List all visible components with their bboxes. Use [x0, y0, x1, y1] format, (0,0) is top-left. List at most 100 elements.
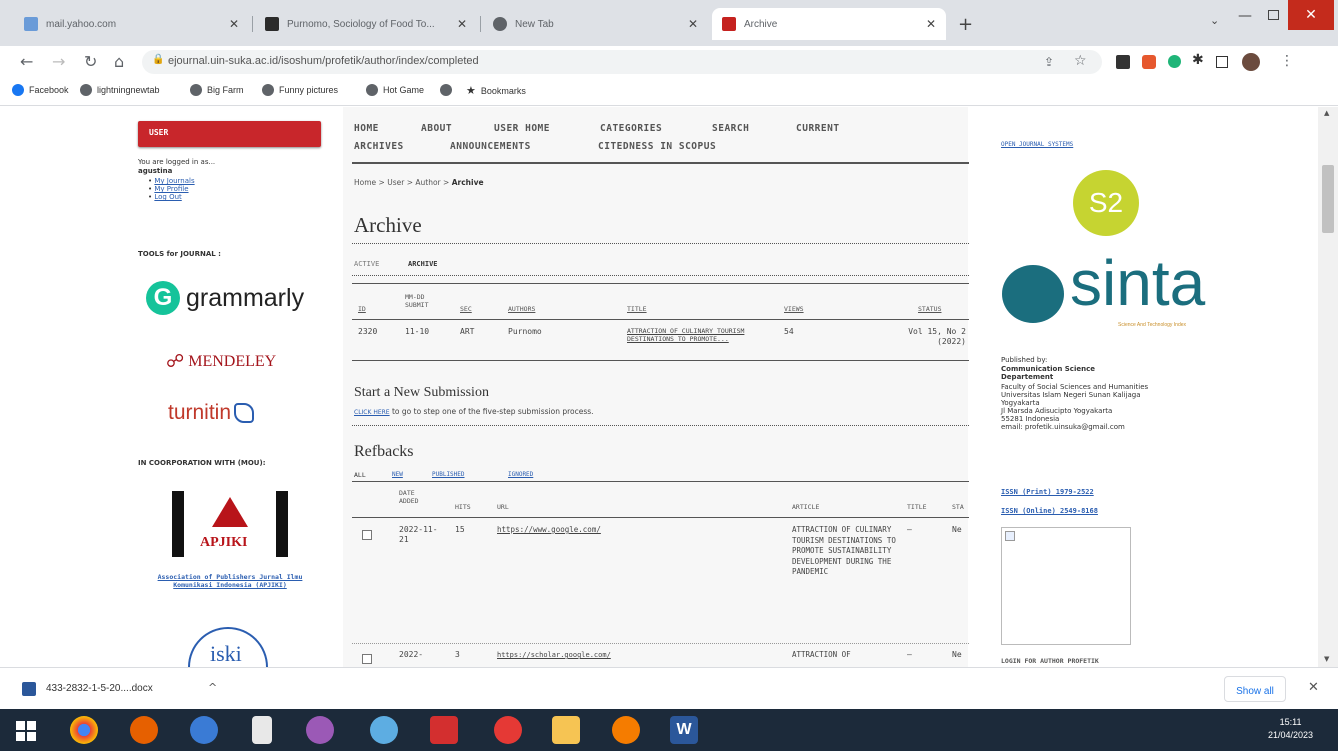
clock[interactable]: 15:11 21/04/2023: [1268, 716, 1313, 742]
extension-icon[interactable]: [1142, 55, 1156, 69]
breadcrumb-author[interactable]: Author: [415, 178, 440, 187]
show-all-button[interactable]: Show all: [1224, 676, 1286, 702]
grammarly-logo[interactable]: G grammarly: [146, 281, 304, 315]
bookmark-big-farm[interactable]: Big Farm: [190, 84, 244, 96]
back-icon[interactable]: ←: [20, 52, 33, 71]
log-out-link[interactable]: Log Out: [154, 193, 181, 201]
download-filename[interactable]: 433-2832-1-5-20....docx: [46, 683, 153, 694]
app-icon[interactable]: [190, 716, 218, 744]
refback-url-link[interactable]: https://www.google.com/: [497, 525, 601, 535]
apjiki-caption[interactable]: Association of Publishers Jurnal Ilmu Ko…: [138, 573, 322, 589]
refback-checkbox[interactable]: [362, 530, 372, 540]
tab-yahoo-mail[interactable]: mail.yahoo.com ✕: [14, 8, 249, 40]
col-sec[interactable]: SEC: [460, 305, 472, 313]
mendeley-logo[interactable]: ☍ MENDELEY: [166, 351, 276, 372]
my-journals-link[interactable]: My Journals: [154, 177, 194, 185]
click-here-link[interactable]: CLICK HERE: [354, 409, 390, 416]
nav-citedness[interactable]: CITEDNESS IN SCOPUS: [598, 141, 716, 152]
col-id[interactable]: ID: [358, 305, 366, 313]
tab-search-icon[interactable]: ⌄: [1210, 14, 1219, 27]
opera-icon[interactable]: [494, 716, 522, 744]
profile-avatar[interactable]: [1242, 53, 1260, 71]
col-title[interactable]: TITLE: [627, 305, 647, 313]
nav-about[interactable]: ABOUT: [421, 123, 452, 134]
maximize-button[interactable]: [1268, 10, 1279, 20]
filter-new[interactable]: NEW: [392, 471, 403, 478]
file-explorer-icon[interactable]: [552, 716, 580, 744]
close-window-button[interactable]: ✕: [1288, 0, 1334, 30]
chrome-icon[interactable]: [70, 716, 98, 744]
close-tab-icon[interactable]: ✕: [457, 17, 467, 31]
word-icon[interactable]: W: [670, 716, 698, 744]
filter-published[interactable]: PUBLISHED: [432, 471, 465, 478]
tab-archive[interactable]: ARCHIVE: [408, 260, 438, 268]
apjiki-logo[interactable]: APJIKI: [172, 491, 288, 557]
bookmark-hot-game[interactable]: Hot Game: [366, 84, 424, 96]
scrollbar-thumb[interactable]: [1322, 165, 1334, 233]
bookmark-unnamed[interactable]: [440, 84, 457, 96]
col-status[interactable]: STATUS: [918, 305, 941, 313]
home-icon[interactable]: ⌂: [114, 52, 124, 71]
filter-all[interactable]: ALL: [354, 471, 366, 479]
file-icon[interactable]: [252, 716, 272, 744]
scroll-down-icon[interactable]: ▼: [1324, 655, 1329, 663]
url-text[interactable]: ejournal.uin-suka.ac.id/isoshum/profetik…: [168, 55, 479, 67]
tab-purnomo[interactable]: Purnomo, Sociology of Food To... ✕: [255, 8, 477, 40]
refback-checkbox[interactable]: [362, 654, 372, 664]
media-player-icon[interactable]: [612, 716, 640, 744]
firefox-icon[interactable]: [130, 716, 158, 744]
chevron-up-icon[interactable]: ^: [208, 681, 217, 694]
nav-home[interactable]: HOME: [354, 123, 379, 134]
close-tab-icon[interactable]: ✕: [926, 17, 936, 31]
windows-start-icon[interactable]: [16, 721, 36, 741]
forward-icon[interactable]: →: [52, 52, 65, 71]
close-tab-icon[interactable]: ✕: [229, 17, 239, 31]
tab-archive[interactable]: Archive ✕: [712, 8, 946, 40]
close-tab-icon[interactable]: ✕: [688, 17, 698, 31]
app-icon[interactable]: [370, 716, 398, 744]
breadcrumb-home[interactable]: Home: [354, 178, 376, 187]
nav-current[interactable]: CURRENT: [796, 123, 840, 134]
reload-icon[interactable]: ↻: [84, 52, 97, 71]
issn-print-link[interactable]: ISSN (Print) 1979-2522: [1001, 488, 1094, 496]
bookmark-facebook[interactable]: Facebook: [12, 84, 69, 96]
side-panel-icon[interactable]: [1216, 56, 1228, 68]
my-profile-link[interactable]: My Profile: [154, 185, 188, 193]
bookmark-bookmarks[interactable]: ★ Bookmarks: [466, 84, 526, 97]
breadcrumb-user[interactable]: User: [387, 178, 404, 187]
col-authors[interactable]: AUTHORS: [508, 305, 535, 313]
menu-icon[interactable]: ⋮: [1280, 53, 1294, 69]
extension-icon[interactable]: [1168, 55, 1181, 68]
nav-announcements[interactable]: ANNOUNCEMENTS: [450, 141, 531, 152]
bookmark-funny-pictures[interactable]: Funny pictures: [262, 84, 338, 96]
tab-new-tab[interactable]: New Tab ✕: [483, 8, 708, 40]
nav-user-home[interactable]: USER HOME: [494, 123, 550, 134]
nav-archives[interactable]: ARCHIVES: [354, 141, 404, 152]
extensions-puzzle-icon[interactable]: ✱: [1192, 52, 1204, 68]
issn-online-link[interactable]: ISSN (Online) 2549-8168: [1001, 507, 1098, 515]
iski-logo[interactable]: iski: [188, 627, 268, 667]
sinta-logo[interactable]: sinta Science And Technology Index: [1000, 243, 1230, 343]
new-tab-button[interactable]: +: [958, 14, 973, 35]
nav-search[interactable]: SEARCH: [712, 123, 749, 134]
system-tray-icons[interactable]: [1210, 725, 1260, 737]
scroll-up-icon[interactable]: ▲: [1324, 109, 1329, 117]
pdf-reader-icon[interactable]: [430, 716, 458, 744]
row-title-link[interactable]: ATTRACTION OF CULINARY TOURISM DESTINATI…: [627, 327, 772, 343]
tab-active[interactable]: ACTIVE: [354, 260, 379, 268]
share-icon[interactable]: ⇪: [1044, 55, 1054, 69]
turnitin-logo[interactable]: turnitin: [168, 401, 255, 425]
nav-categories[interactable]: CATEGORIES: [600, 123, 662, 134]
page-scrollbar[interactable]: ▲ ▼: [1318, 107, 1338, 667]
close-download-bar-icon[interactable]: ✕: [1308, 680, 1319, 695]
minimize-button[interactable]: —: [1238, 8, 1252, 24]
app-icon[interactable]: [306, 716, 334, 744]
col-views[interactable]: VIEWS: [784, 305, 804, 313]
col-submit[interactable]: MM-DD SUBMIT: [405, 293, 437, 309]
bookmark-lightningnewtab[interactable]: lightningnewtab: [80, 84, 160, 96]
bookmark-star-icon[interactable]: ☆: [1074, 53, 1087, 69]
refback-url-link[interactable]: https://scholar.google.com/: [497, 650, 611, 660]
ojs-link[interactable]: OPEN JOURNAL SYSTEMS: [1001, 141, 1073, 148]
extension-icon[interactable]: [1116, 55, 1130, 69]
filter-ignored[interactable]: IGNORED: [508, 471, 533, 478]
